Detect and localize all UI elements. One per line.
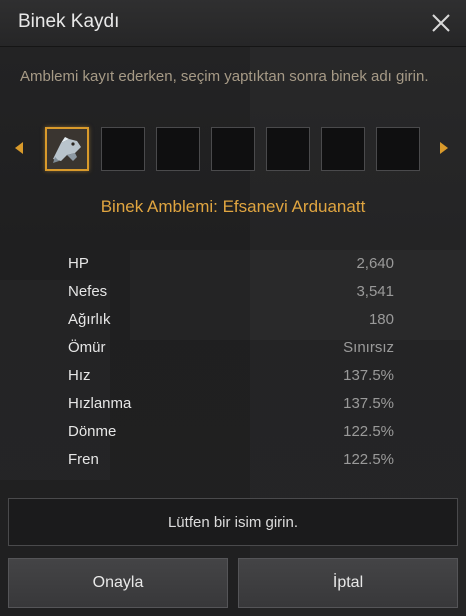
mount-emblem-icon (47, 129, 87, 169)
emblem-slot[interactable] (376, 127, 420, 171)
stat-label: Hız (68, 367, 91, 384)
chevron-right-icon (440, 142, 448, 154)
stat-label: Ağırlık (68, 311, 111, 328)
stat-value: 137.5% (343, 367, 394, 384)
title-bar: Binek Kaydı (0, 0, 466, 47)
mount-stats-list: HP 2,640 Nefes 3,541 Ağırlık 180 Ömür Sı… (68, 252, 394, 476)
emblem-slot[interactable] (101, 127, 145, 171)
stat-row-stamina: Nefes 3,541 (68, 280, 394, 308)
mount-name-input[interactable] (8, 498, 458, 546)
stat-value: 122.5% (343, 423, 394, 440)
stat-row-hp: HP 2,640 (68, 252, 394, 280)
emblem-slot[interactable] (156, 127, 200, 171)
mount-registration-dialog: Binek Kaydı Amblemi kayıt ederken, seçim… (0, 0, 466, 616)
stat-value: 3,541 (356, 283, 394, 300)
instruction-text: Amblemi kayıt ederken, seçim yaptıktan s… (20, 68, 429, 85)
stat-row-turning: Dönme 122.5% (68, 420, 394, 448)
previous-page-button[interactable] (13, 140, 25, 156)
stat-row-weight: Ağırlık 180 (68, 308, 394, 336)
stat-label: Fren (68, 451, 99, 468)
emblem-slot-selected[interactable] (45, 127, 89, 171)
emblem-slot[interactable] (211, 127, 255, 171)
stat-value: 137.5% (343, 395, 394, 412)
stat-row-lifespan: Ömür Sınırsız (68, 336, 394, 364)
close-icon (432, 14, 450, 32)
stat-value: 122.5% (343, 451, 394, 468)
stat-label: Hızlanma (68, 395, 132, 412)
confirm-button[interactable]: Onayla (8, 558, 228, 608)
cancel-button[interactable]: İptal (238, 558, 458, 608)
stat-row-speed: Hız 137.5% (68, 364, 394, 392)
dialog-title: Binek Kaydı (18, 11, 120, 32)
close-button[interactable] (428, 10, 454, 36)
stat-value: Sınırsız (343, 339, 394, 356)
stat-value: 2,640 (356, 255, 394, 272)
stat-label: Nefes (68, 283, 108, 300)
stat-row-brake: Fren 122.5% (68, 448, 394, 476)
stat-label: Ömür (68, 339, 106, 356)
stat-label: HP (68, 255, 89, 272)
chevron-left-icon (15, 142, 23, 154)
stat-value: 180 (368, 311, 394, 328)
emblem-title: Binek Amblemi: Efsanevi Arduanatt (100, 197, 366, 216)
stat-row-acceleration: Hızlanma 137.5% (68, 392, 394, 420)
stat-label: Dönme (68, 423, 117, 440)
next-page-button[interactable] (438, 140, 450, 156)
emblem-slot[interactable] (321, 127, 365, 171)
emblem-slot[interactable] (266, 127, 310, 171)
